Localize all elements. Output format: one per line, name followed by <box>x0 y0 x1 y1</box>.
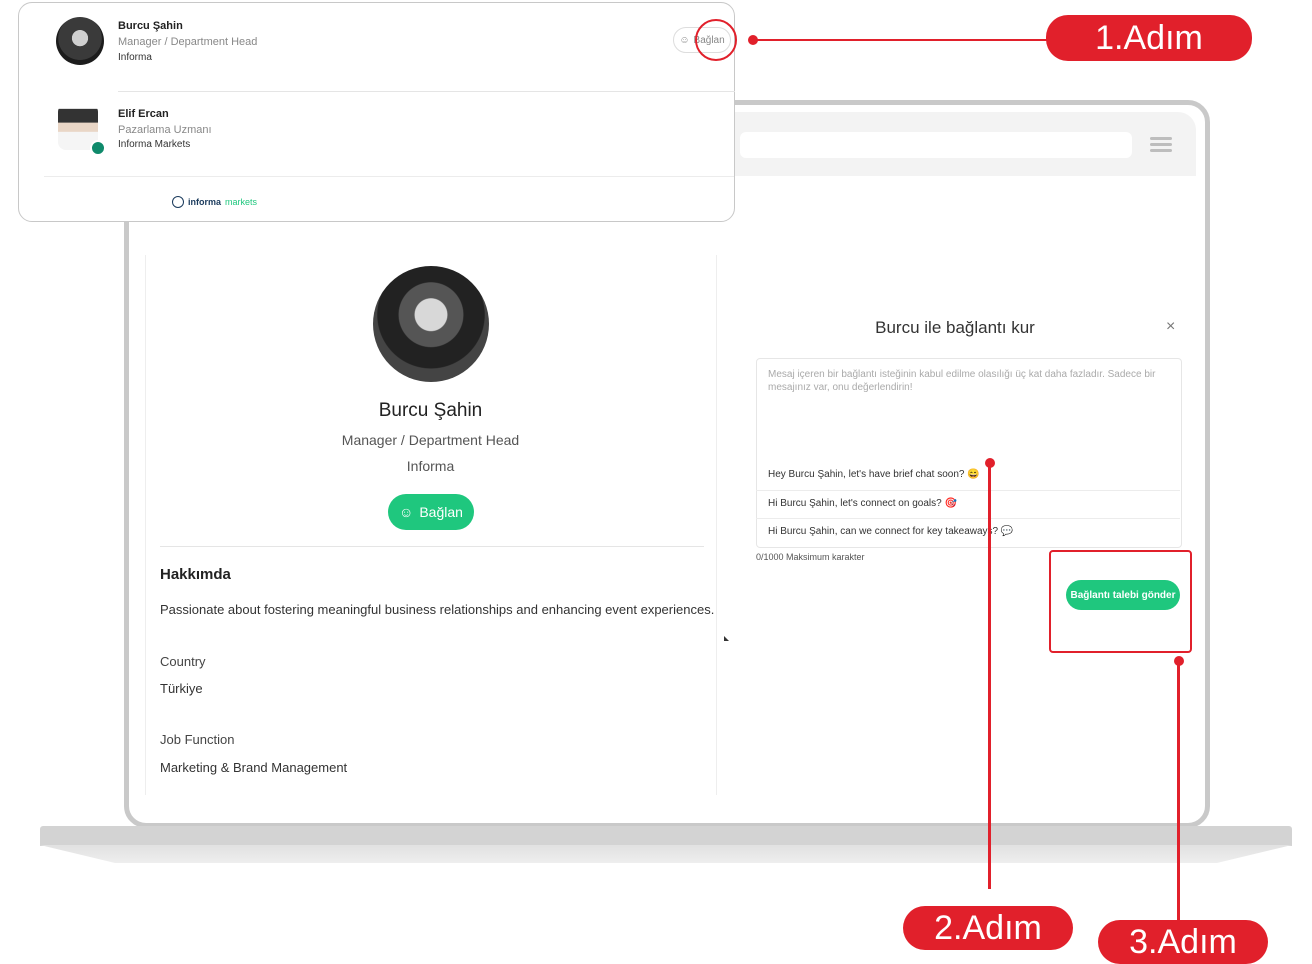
menu-icon[interactable] <box>1150 137 1172 153</box>
attendee-title: Pazarlama Uzmanı <box>118 124 212 136</box>
add-user-icon: ☺ <box>679 34 690 46</box>
attendee-name[interactable]: Burcu Şahin <box>118 20 183 32</box>
profile-company: Informa <box>406 458 455 474</box>
attendee-name[interactable]: Elif Ercan <box>118 108 169 120</box>
about-heading: Hakkımda <box>160 566 231 583</box>
suggestion-item[interactable]: Hey Burcu Şahin, let's have brief chat s… <box>756 462 1180 490</box>
logo-text-bold: informa <box>188 197 222 207</box>
list-divider <box>118 91 735 92</box>
connect-button-label: Bağlan <box>419 504 463 520</box>
panel-divider-left <box>145 255 146 795</box>
informa-logo-icon <box>172 196 184 208</box>
logo-text-light: markets <box>225 197 258 207</box>
step3-pointer-line <box>1177 664 1180 922</box>
profile-title: Manager / Department Head <box>341 432 520 448</box>
suggestion-item[interactable]: Hi Burcu Şahin, can we connect for key t… <box>756 518 1180 546</box>
job-function-label: Job Function <box>160 732 235 747</box>
country-label: Country <box>160 654 206 669</box>
modal-title: Burcu ile bağlantı kur <box>875 318 1035 337</box>
about-text: Passionate about fostering meaningful bu… <box>160 602 715 617</box>
connect-button[interactable]: ☺ Bağlan <box>388 494 474 530</box>
character-counter: 0/1000 Maksimum karakter <box>756 552 865 562</box>
profile-avatar <box>373 266 489 382</box>
attendee-org: Informa <box>118 52 152 63</box>
panel-divider-right <box>716 255 717 795</box>
section-divider <box>160 546 704 547</box>
add-user-icon: ☺ <box>399 504 414 520</box>
close-icon[interactable]: × <box>1166 318 1175 336</box>
address-bar[interactable] <box>740 132 1132 158</box>
step1-highlight-circle <box>695 19 737 61</box>
attendee-org: Informa Markets <box>118 139 191 150</box>
informa-markets-logo: informa markets <box>172 196 257 208</box>
message-placeholder: Mesaj içeren bir bağlantı isteğinin kabu… <box>768 369 1156 393</box>
online-status-icon <box>90 140 106 156</box>
laptop-base <box>40 826 1292 846</box>
laptop-foot <box>40 845 1292 863</box>
step1-label: 1.Adım <box>1046 15 1252 61</box>
attendee-title: Manager / Department Head <box>118 36 258 48</box>
step1-pointer-line <box>756 39 1048 41</box>
step3-label: 3.Adım <box>1098 920 1268 964</box>
job-function-value: Marketing & Brand Management <box>160 760 348 775</box>
country-value: Türkiye <box>160 681 203 696</box>
step3-highlight-rect <box>1049 550 1192 653</box>
step2-pointer-line <box>988 466 991 889</box>
profile-name: Burcu Şahin <box>378 400 483 421</box>
suggestion-item[interactable]: Hi Burcu Şahin, let's connect on goals? … <box>756 490 1180 518</box>
attendee-avatar <box>56 17 104 65</box>
list-divider <box>44 176 734 177</box>
step2-label: 2.Adım <box>903 906 1073 950</box>
